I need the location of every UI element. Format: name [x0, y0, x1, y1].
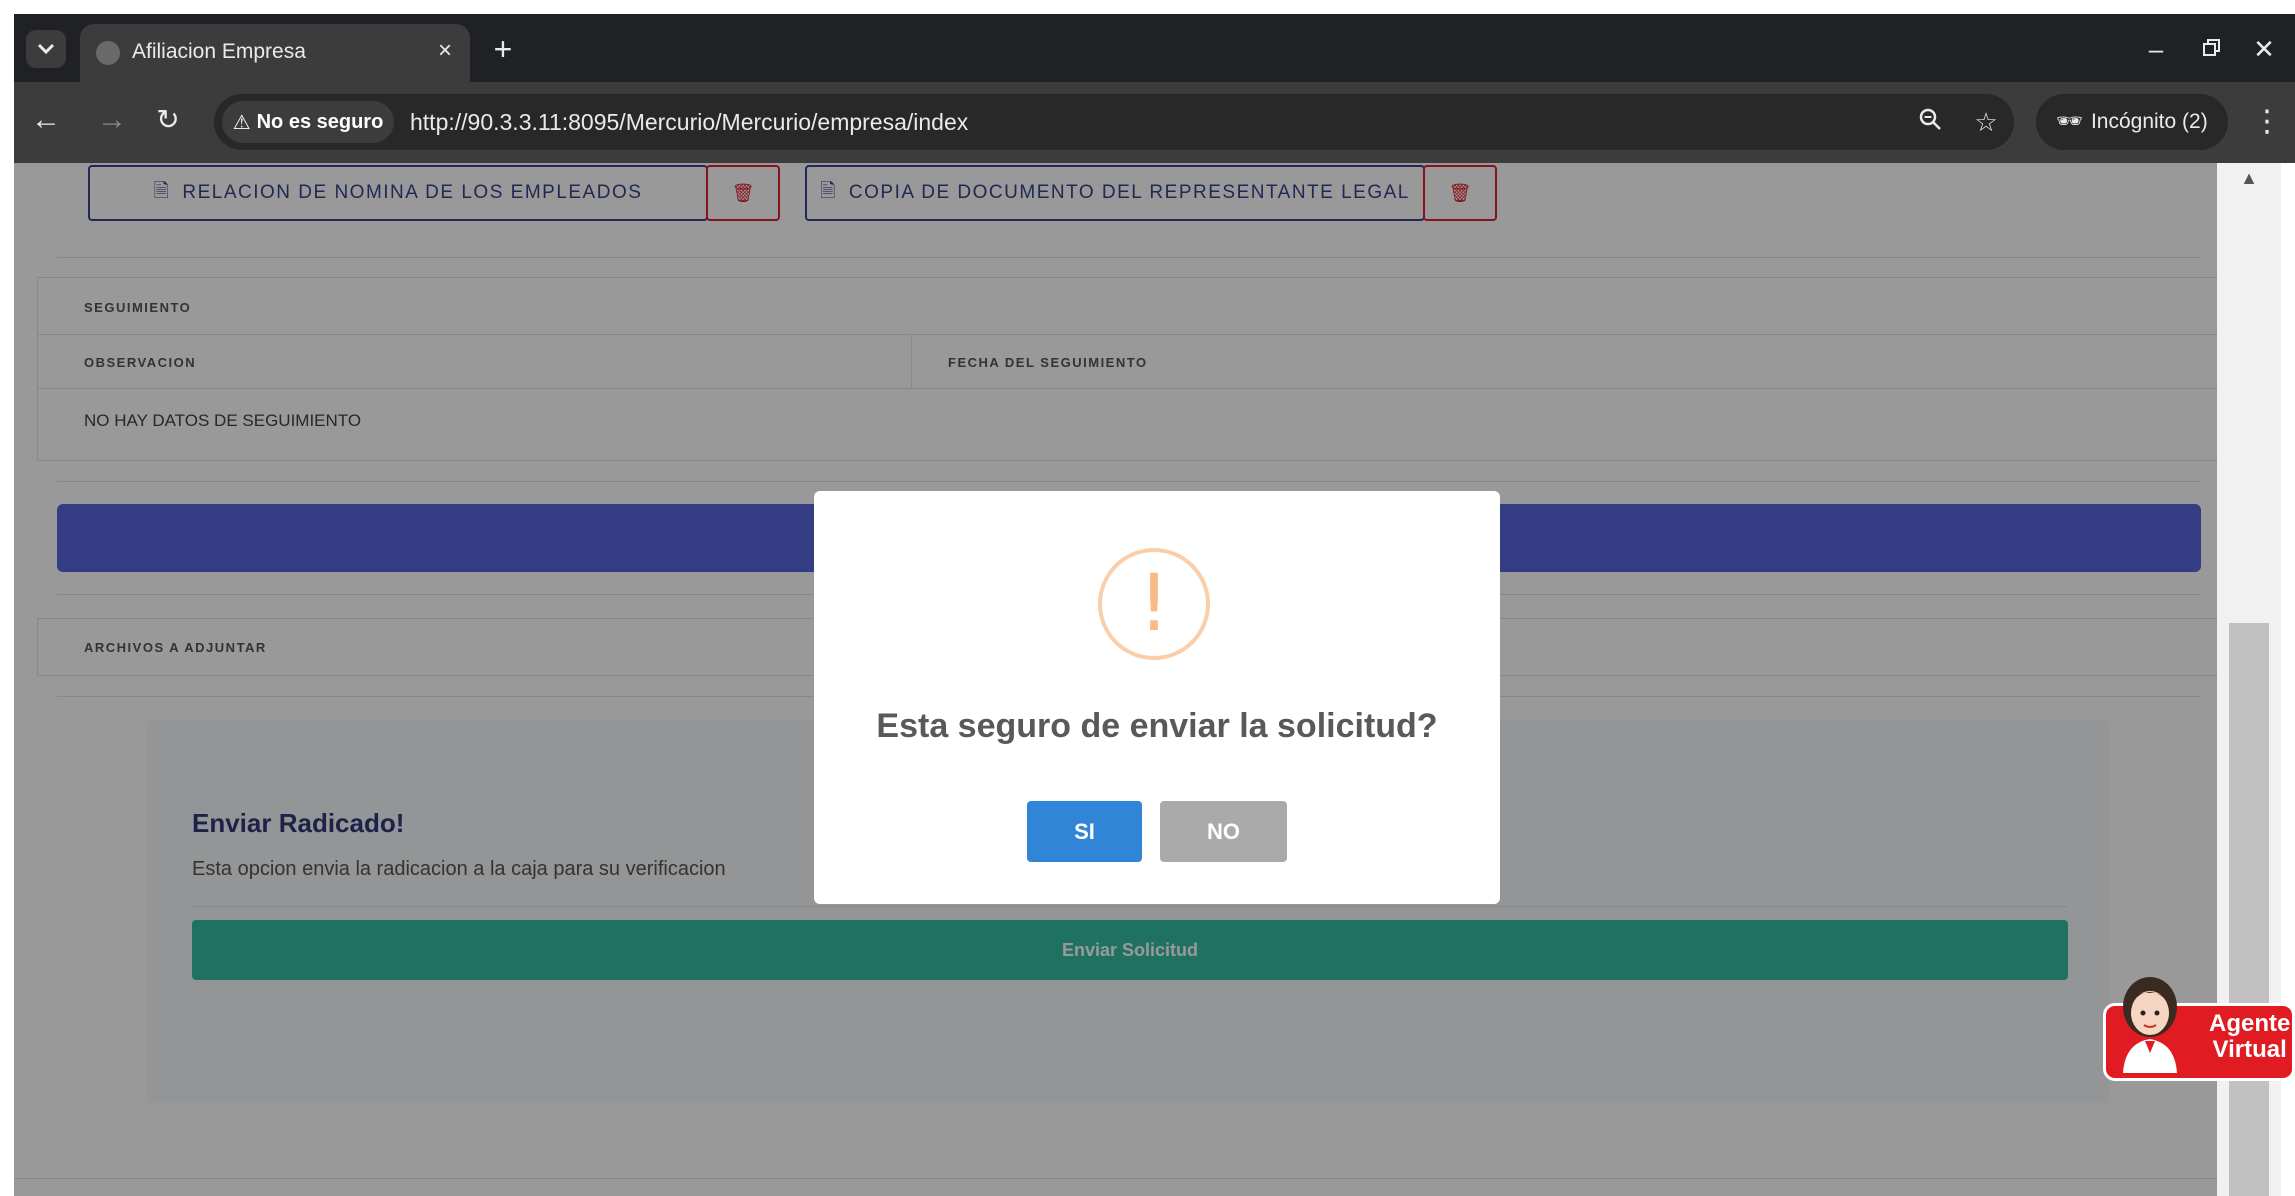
- globe-icon: [96, 41, 120, 65]
- security-chip[interactable]: ⚠ No es seguro: [222, 101, 394, 143]
- desktop-edge: [0, 0, 14, 1196]
- dialog-message: Esta seguro de enviar la solicitud?: [876, 707, 1438, 745]
- agent-line-2: Virtual: [2212, 1036, 2287, 1063]
- cancel-no-button[interactable]: NO: [1160, 801, 1287, 862]
- agente-virtual-widget[interactable]: Agente Virtual: [2103, 973, 2295, 1081]
- agent-avatar-icon: [2123, 977, 2177, 1073]
- restore-icon[interactable]: [2192, 32, 2232, 66]
- zoom-icon[interactable]: [1914, 106, 1946, 138]
- new-tab-button[interactable]: +: [486, 33, 520, 68]
- minimize-icon[interactable]: –: [2136, 32, 2176, 66]
- security-label: No es seguro: [256, 110, 384, 133]
- browser-toolbar: ← → ↻ ⚠ No es seguro http://90.3.3.11:80…: [14, 82, 2295, 163]
- confirm-si-button[interactable]: SI: [1027, 801, 1142, 862]
- warning-icon: !: [1098, 548, 1210, 660]
- menu-kebab-icon[interactable]: ⋮: [2252, 102, 2282, 142]
- star-icon[interactable]: ☆: [1970, 106, 2002, 138]
- tab-title: Afiliacion Empresa: [132, 40, 306, 63]
- tab-search-button[interactable]: [26, 30, 66, 68]
- tab-strip: Afiliacion Empresa × + – ✕: [14, 14, 2295, 82]
- warning-triangle-icon: ⚠: [232, 111, 251, 134]
- chevron-down-icon: [37, 43, 55, 55]
- tab-active[interactable]: Afiliacion Empresa ×: [80, 24, 470, 82]
- forward-icon[interactable]: →: [92, 100, 132, 140]
- agent-line-1: Agente: [2209, 1010, 2291, 1037]
- reload-icon[interactable]: ↻: [148, 100, 188, 140]
- browser-window-chrome: Afiliacion Empresa × + – ✕ ← → ↻ ⚠ No es…: [14, 14, 2295, 163]
- confirm-dialog: ! Esta seguro de enviar la solicitud? SI…: [814, 491, 1500, 904]
- agent-label: Agente Virtual: [2209, 1011, 2290, 1063]
- scrollbar-thumb[interactable]: [2229, 623, 2269, 1196]
- incognito-button[interactable]: 🕶 Incógnito (2): [2036, 94, 2228, 150]
- incognito-label: Incógnito (2): [2090, 110, 2208, 133]
- back-icon[interactable]: ←: [26, 100, 66, 140]
- address-bar[interactable]: ⚠ No es seguro http://90.3.3.11:8095/Mer…: [214, 94, 2014, 150]
- scroll-up-icon[interactable]: ▲: [2231, 163, 2267, 193]
- close-window-icon[interactable]: ✕: [2244, 32, 2284, 66]
- close-tab-icon[interactable]: ×: [430, 36, 460, 66]
- url-text[interactable]: http://90.3.3.11:8095/Mercurio/Mercurio/…: [410, 109, 968, 136]
- incognito-icon: 🕶: [2056, 110, 2083, 133]
